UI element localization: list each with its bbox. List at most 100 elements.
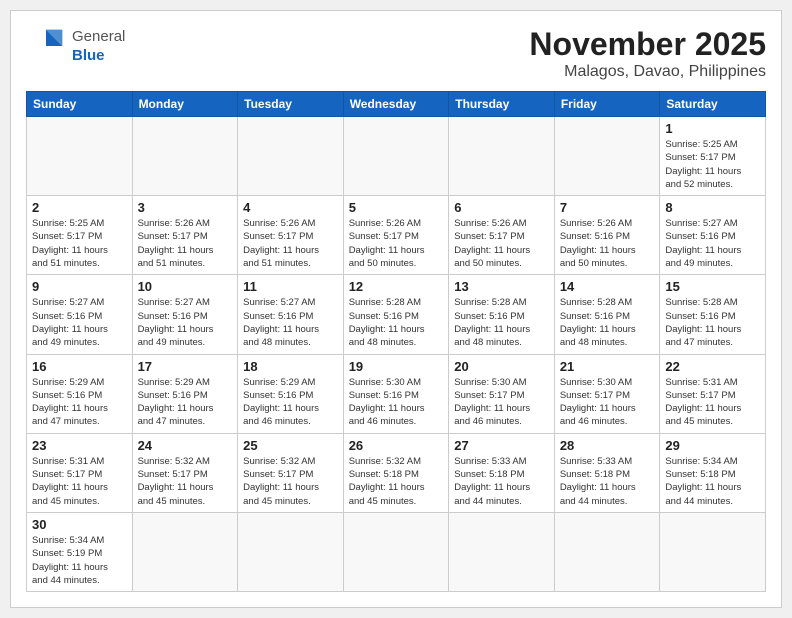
calendar-day-cell: 24 Sunrise: 5:32 AM Sunset: 5:17 PM Dayli… [132,433,238,512]
weekday-header-wednesday: Wednesday [343,92,449,117]
logo-area: GeneralBlue [26,26,125,66]
day-info: Sunrise: 5:26 AM Sunset: 5:17 PM Dayligh… [138,217,233,270]
day-number: 15 [665,279,760,294]
day-number: 4 [243,200,338,215]
calendar-week-row: 2 Sunrise: 5:25 AM Sunset: 5:17 PM Daylig… [27,196,766,275]
day-info: Sunrise: 5:27 AM Sunset: 5:16 PM Dayligh… [32,296,127,349]
calendar-day-cell: 3 Sunrise: 5:26 AM Sunset: 5:17 PM Daylig… [132,196,238,275]
day-info: Sunrise: 5:26 AM Sunset: 5:16 PM Dayligh… [560,217,655,270]
calendar-day-cell: 18 Sunrise: 5:29 AM Sunset: 5:16 PM Dayli… [238,354,344,433]
day-number: 17 [138,359,233,374]
calendar-day-cell: 8Sunrise: 5:27 AM Sunset: 5:16 PM Daylig… [660,196,766,275]
day-info: Sunrise: 5:31 AM Sunset: 5:17 PM Dayligh… [32,455,127,508]
calendar-day-cell: 2 Sunrise: 5:25 AM Sunset: 5:17 PM Daylig… [27,196,133,275]
weekday-header-tuesday: Tuesday [238,92,344,117]
day-info: Sunrise: 5:30 AM Sunset: 5:17 PM Dayligh… [560,376,655,429]
month-title: November 2025 [529,26,766,63]
calendar-day-cell [132,117,238,196]
day-number: 2 [32,200,127,215]
day-number: 24 [138,438,233,453]
day-info: Sunrise: 5:28 AM Sunset: 5:16 PM Dayligh… [560,296,655,349]
calendar-day-cell: 12 Sunrise: 5:28 AM Sunset: 5:16 PM Dayli… [343,275,449,354]
calendar-day-cell [27,117,133,196]
day-info: Sunrise: 5:26 AM Sunset: 5:17 PM Dayligh… [349,217,444,270]
calendar-day-cell: 11 Sunrise: 5:27 AM Sunset: 5:16 PM Dayli… [238,275,344,354]
calendar-day-cell: 27 Sunrise: 5:33 AM Sunset: 5:18 PM Dayli… [449,433,555,512]
weekday-header-friday: Friday [554,92,660,117]
day-info: Sunrise: 5:34 AM Sunset: 5:19 PM Dayligh… [32,534,127,587]
calendar-body: 1 Sunrise: 5:25 AM Sunset: 5:17 PM Daylig… [27,117,766,592]
calendar-day-cell: 9Sunrise: 5:27 AM Sunset: 5:16 PM Daylig… [27,275,133,354]
calendar-day-cell: 26Sunrise: 5:32 AM Sunset: 5:18 PM Dayli… [343,433,449,512]
day-info: Sunrise: 5:25 AM Sunset: 5:17 PM Dayligh… [665,138,760,191]
day-info: Sunrise: 5:33 AM Sunset: 5:18 PM Dayligh… [454,455,549,508]
calendar-week-row: 9Sunrise: 5:27 AM Sunset: 5:16 PM Daylig… [27,275,766,354]
calendar-week-row: 16Sunrise: 5:29 AM Sunset: 5:16 PM Dayli… [27,354,766,433]
day-number: 3 [138,200,233,215]
calendar-day-cell: 13Sunrise: 5:28 AM Sunset: 5:16 PM Dayli… [449,275,555,354]
calendar-day-cell: 29Sunrise: 5:34 AM Sunset: 5:18 PM Dayli… [660,433,766,512]
weekday-header-sunday: Sunday [27,92,133,117]
day-info: Sunrise: 5:28 AM Sunset: 5:16 PM Dayligh… [349,296,444,349]
calendar-day-cell: 28Sunrise: 5:33 AM Sunset: 5:18 PM Dayli… [554,433,660,512]
day-info: Sunrise: 5:26 AM Sunset: 5:17 PM Dayligh… [243,217,338,270]
calendar-day-cell [132,512,238,591]
weekday-header-thursday: Thursday [449,92,555,117]
calendar-day-cell: 17Sunrise: 5:29 AM Sunset: 5:16 PM Dayli… [132,354,238,433]
weekday-header-monday: Monday [132,92,238,117]
calendar-container: GeneralBlue November 2025 Malagos, Davao… [10,10,782,608]
day-info: Sunrise: 5:30 AM Sunset: 5:16 PM Dayligh… [349,376,444,429]
day-number: 21 [560,359,655,374]
weekday-header-saturday: Saturday [660,92,766,117]
day-info: Sunrise: 5:33 AM Sunset: 5:18 PM Dayligh… [560,455,655,508]
header-section: GeneralBlue November 2025 Malagos, Davao… [26,26,766,81]
day-info: Sunrise: 5:34 AM Sunset: 5:18 PM Dayligh… [665,455,760,508]
calendar-day-cell: 7Sunrise: 5:26 AM Sunset: 5:16 PM Daylig… [554,196,660,275]
day-number: 11 [243,279,338,294]
day-number: 14 [560,279,655,294]
day-number: 23 [32,438,127,453]
day-info: Sunrise: 5:27 AM Sunset: 5:16 PM Dayligh… [243,296,338,349]
logo-general: General [72,27,125,47]
day-info: Sunrise: 5:27 AM Sunset: 5:16 PM Dayligh… [138,296,233,349]
day-number: 1 [665,121,760,136]
day-info: Sunrise: 5:25 AM Sunset: 5:17 PM Dayligh… [32,217,127,270]
weekday-header-row: SundayMondayTuesdayWednesdayThursdayFrid… [27,92,766,117]
day-number: 22 [665,359,760,374]
day-number: 30 [32,517,127,532]
day-info: Sunrise: 5:32 AM Sunset: 5:17 PM Dayligh… [138,455,233,508]
calendar-table: SundayMondayTuesdayWednesdayThursdayFrid… [26,91,766,592]
calendar-day-cell: 30 Sunrise: 5:34 AM Sunset: 5:19 PM Dayli… [27,512,133,591]
day-number: 10 [138,279,233,294]
day-info: Sunrise: 5:31 AM Sunset: 5:17 PM Dayligh… [665,376,760,429]
calendar-day-cell [238,117,344,196]
calendar-day-cell: 25Sunrise: 5:32 AM Sunset: 5:17 PM Dayli… [238,433,344,512]
calendar-day-cell: 23 Sunrise: 5:31 AM Sunset: 5:17 PM Dayli… [27,433,133,512]
calendar-day-cell: 20Sunrise: 5:30 AM Sunset: 5:17 PM Dayli… [449,354,555,433]
calendar-day-cell: 22 Sunrise: 5:31 AM Sunset: 5:17 PM Dayli… [660,354,766,433]
calendar-day-cell: 15 Sunrise: 5:28 AM Sunset: 5:16 PM Dayli… [660,275,766,354]
calendar-day-cell [238,512,344,591]
calendar-day-cell: 16Sunrise: 5:29 AM Sunset: 5:16 PM Dayli… [27,354,133,433]
calendar-day-cell: 21 Sunrise: 5:30 AM Sunset: 5:17 PM Dayli… [554,354,660,433]
calendar-day-cell: 1 Sunrise: 5:25 AM Sunset: 5:17 PM Daylig… [660,117,766,196]
logo-text: GeneralBlue [72,27,125,66]
calendar-day-cell: 4 Sunrise: 5:26 AM Sunset: 5:17 PM Daylig… [238,196,344,275]
title-area: November 2025 Malagos, Davao, Philippine… [529,26,766,81]
calendar-day-cell [449,512,555,591]
day-number: 12 [349,279,444,294]
calendar-day-cell [554,512,660,591]
day-number: 19 [349,359,444,374]
day-number: 6 [454,200,549,215]
calendar-day-cell [343,117,449,196]
day-info: Sunrise: 5:29 AM Sunset: 5:16 PM Dayligh… [243,376,338,429]
calendar-day-cell [343,512,449,591]
day-info: Sunrise: 5:28 AM Sunset: 5:16 PM Dayligh… [454,296,549,349]
day-number: 18 [243,359,338,374]
calendar-day-cell [660,512,766,591]
calendar-day-cell: 6Sunrise: 5:26 AM Sunset: 5:17 PM Daylig… [449,196,555,275]
day-number: 27 [454,438,549,453]
day-info: Sunrise: 5:27 AM Sunset: 5:16 PM Dayligh… [665,217,760,270]
day-info: Sunrise: 5:28 AM Sunset: 5:16 PM Dayligh… [665,296,760,349]
day-number: 25 [243,438,338,453]
